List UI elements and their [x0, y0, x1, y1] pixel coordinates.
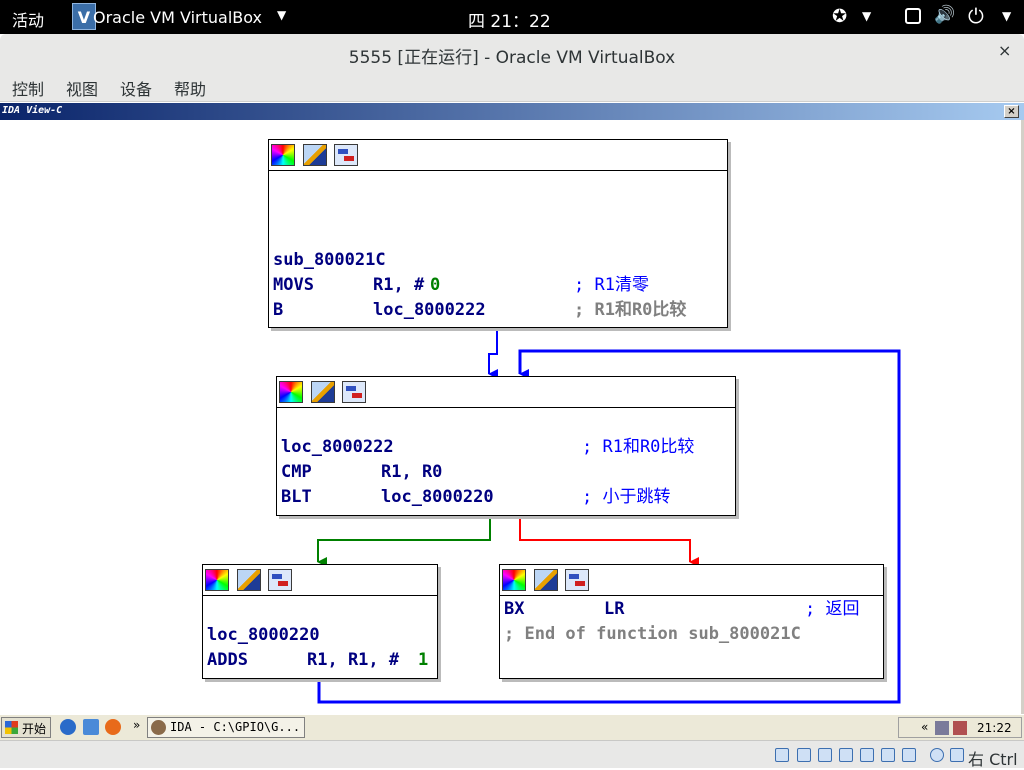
windows-logo-icon: [5, 721, 18, 734]
asm-comment[interactable]: ; 返回: [805, 597, 859, 622]
node-header: [277, 377, 735, 408]
network-icon[interactable]: [935, 721, 949, 735]
asm-operand[interactable]: R1, R1, #: [307, 648, 399, 673]
asm-operand[interactable]: loc_8000222: [373, 298, 486, 323]
asm-immediate[interactable]: 0: [430, 273, 440, 298]
rename-pencil-icon[interactable]: [534, 569, 558, 591]
asm-comment[interactable]: ; R1和R0比较: [582, 435, 694, 460]
asm-comment[interactable]: ; R1清零: [574, 273, 649, 298]
rename-pencil-icon[interactable]: [303, 144, 327, 166]
guest-taskbar: 开始 » IDA - C:\GPIO\G... « 21:22: [0, 714, 1024, 740]
graph-group-icon[interactable]: [268, 569, 292, 591]
asm-comment[interactable]: ; R1和R0比较: [574, 298, 686, 323]
tray-clock[interactable]: 21:22: [977, 721, 1012, 735]
edge-n2-to-n4-false: [519, 516, 699, 567]
asm-operand[interactable]: R1, #: [373, 273, 424, 298]
asm-operand[interactable]: R1, R0: [381, 460, 442, 485]
hard-disk-icon[interactable]: [775, 748, 789, 762]
capture-icon[interactable]: [930, 748, 944, 762]
mouse-integration-icon[interactable]: [950, 748, 964, 762]
rename-pencil-icon[interactable]: [237, 569, 261, 591]
asm-mnemonic[interactable]: ADDS: [207, 648, 248, 673]
asm-label[interactable]: loc_8000222: [281, 435, 394, 460]
ie-icon[interactable]: [60, 719, 76, 735]
asm-label[interactable]: sub_800021C: [273, 248, 386, 273]
color-palette-icon[interactable]: [271, 144, 295, 166]
display-icon[interactable]: [902, 748, 916, 762]
graph-group-icon[interactable]: [565, 569, 589, 591]
node-header: [500, 565, 883, 596]
color-palette-icon[interactable]: [205, 569, 229, 591]
edge-n2-to-n3-true: [317, 516, 491, 567]
start-button[interactable]: 开始: [1, 717, 51, 738]
shared-folders-icon[interactable]: [881, 748, 895, 762]
taskbar-item-ida[interactable]: IDA - C:\GPIO\G...: [147, 717, 305, 738]
more-quicklaunch-button[interactable]: »: [133, 718, 140, 732]
asm-mnemonic[interactable]: BLT: [281, 485, 312, 510]
audio-icon[interactable]: [818, 748, 832, 762]
ida-icon: [151, 720, 166, 735]
edge-n1-to-n2: [488, 329, 498, 379]
network-adapter-icon[interactable]: [839, 748, 853, 762]
asm-operand[interactable]: loc_8000220: [381, 485, 494, 510]
graph-node-return[interactable]: BX LR ; 返回 ; End of function sub_800021C: [499, 564, 884, 679]
start-label: 开始: [22, 722, 47, 736]
color-palette-icon[interactable]: [279, 381, 303, 403]
node-header: [269, 140, 727, 171]
asm-immediate[interactable]: 1: [418, 648, 428, 673]
asm-comment-end-of-function[interactable]: ; End of function sub_800021C: [504, 622, 801, 647]
network-disconnected-icon[interactable]: [953, 721, 967, 735]
tray-expand-button[interactable]: «: [921, 720, 928, 734]
asm-comment[interactable]: ; 小于跳转: [582, 485, 670, 510]
optical-drive-icon[interactable]: [797, 748, 811, 762]
system-tray: « 21:22: [898, 717, 1022, 738]
graph-group-icon[interactable]: [334, 144, 358, 166]
graph-node-sub-800021c[interactable]: sub_800021C MOVS R1, # 0 ; R1清零 B loc_80…: [268, 139, 728, 328]
asm-label[interactable]: loc_8000220: [207, 623, 320, 648]
node-header: [203, 565, 437, 596]
firefox-icon[interactable]: [105, 719, 121, 735]
usb-icon[interactable]: [860, 748, 874, 762]
asm-operand[interactable]: LR: [604, 597, 624, 622]
graph-node-loc-8000220[interactable]: loc_8000220 ADDS R1, R1, # 1: [202, 564, 438, 679]
asm-mnemonic[interactable]: BX: [504, 597, 524, 622]
host-key-label: 右 Ctrl: [968, 750, 1018, 769]
rename-pencil-icon[interactable]: [311, 381, 335, 403]
taskbar-item-label: IDA - C:\GPIO\G...: [170, 720, 301, 734]
explorer-icon[interactable]: [83, 719, 99, 735]
vm-status-bar: 右 Ctrl: [0, 740, 1024, 769]
asm-mnemonic[interactable]: MOVS: [273, 273, 314, 298]
asm-mnemonic[interactable]: B: [273, 298, 283, 323]
graph-node-loc-8000222[interactable]: loc_8000222 ; R1和R0比较 CMP R1, R0 BLT loc…: [276, 376, 736, 516]
graph-group-icon[interactable]: [342, 381, 366, 403]
color-palette-icon[interactable]: [502, 569, 526, 591]
asm-mnemonic[interactable]: CMP: [281, 460, 312, 485]
